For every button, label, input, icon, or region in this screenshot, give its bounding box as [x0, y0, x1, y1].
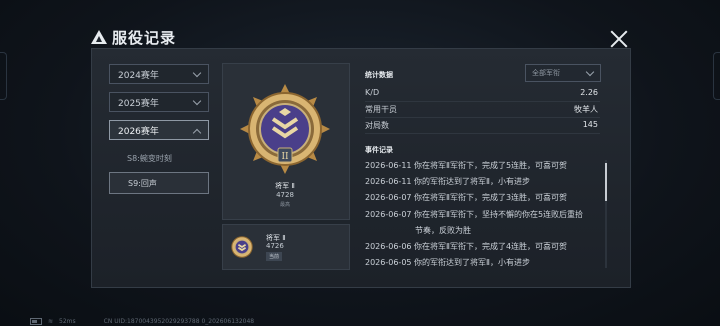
chevron-down-icon [192, 96, 202, 106]
stat-value: 2.26 [580, 88, 598, 97]
event-item: 2026-06-11 你在将军Ⅱ军衔下，完成了5连胜，可喜可贺 [365, 161, 568, 170]
game-logo-icon [91, 30, 107, 44]
stat-value: 145 [582, 120, 598, 129]
event-item: 2026-06-05 你的军衔达到了将军Ⅱ，小有进步 [365, 258, 530, 268]
right-edge-handle [713, 52, 720, 100]
season-label: 2026赛年 [118, 126, 159, 137]
stats-section-label: 统计数据 [365, 71, 393, 79]
rank-medal-icon: II [240, 84, 330, 174]
sub-season-label: S9:回声 [128, 178, 157, 188]
small-rank-medal-icon [231, 236, 253, 258]
event-item: 2026-06-06 你在将军Ⅱ军衔下，完成了4连胜，可喜可贺 [365, 242, 568, 252]
event-scrollbar-thumb[interactable] [605, 163, 607, 201]
current-rank-name: 将军 Ⅱ [275, 182, 295, 190]
stat-row-operator: 常用干员 牧羊人 [365, 103, 600, 118]
left-edge-handle [0, 52, 7, 100]
rank-filter-dropdown[interactable]: 全部军衔 [525, 64, 601, 82]
uid-text: CN UID:1870043952029293788 0_20260613204… [103, 318, 255, 325]
sub-season-label: S8:蜿变时刻 [127, 153, 172, 163]
stat-key: 对局数 [365, 121, 389, 130]
current-rank-points: 4728 [276, 191, 294, 199]
season-2025-dropdown[interactable]: 2025赛年 [109, 92, 209, 112]
events-section-label: 事件记录 [365, 146, 393, 154]
chevron-down-icon [192, 68, 202, 78]
event-item: 2026-06-07 你在将军Ⅱ军衔下，坚持不懈的你在5连败后重拾 [365, 209, 584, 219]
season-2026-dropdown[interactable]: 2026赛年 [109, 120, 209, 140]
rank-entry-points: 4726 [266, 242, 284, 250]
current-rank-note: 最高 [279, 202, 290, 208]
page-title: 服役记录 [112, 28, 177, 47]
event-item-continuation: 节奏，反败为胜 [415, 225, 471, 235]
wifi-icon: ≋ [48, 318, 54, 325]
season-label: 2024赛年 [118, 70, 159, 81]
battery-icon [30, 318, 42, 325]
chevron-down-icon [585, 67, 595, 77]
ping-text: 52ms [59, 318, 76, 325]
season-label: 2025赛年 [118, 98, 159, 109]
close-button[interactable] [608, 28, 630, 50]
rank-entry-tag: 当前 [266, 252, 283, 261]
season-2024-dropdown[interactable]: 2024赛年 [109, 64, 209, 84]
filter-value: 全部军衔 [532, 69, 560, 77]
status-bar: ≋ 52ms CN UID:1870043952029293788 0_2026… [30, 318, 254, 325]
stat-row-kd: K/D 2.26 [365, 87, 600, 102]
svg-text:II: II [281, 152, 289, 162]
title-bar: 服役记录 [91, 26, 176, 48]
stat-value: 牧羊人 [574, 105, 598, 114]
chevron-up-icon [192, 128, 202, 138]
sub-season-s9[interactable]: S9:回声 [109, 172, 209, 194]
stat-row-matches: 对局数 145 [365, 119, 600, 134]
stat-key: 常用干员 [365, 105, 397, 114]
stat-key: K/D [365, 88, 380, 97]
event-item: 2026-06-07 你在将军Ⅱ军衔下，完成了3连胜，可喜可贺 [365, 193, 568, 203]
event-item: 2026-06-11 你的军衔达到了将军Ⅱ，小有进步 [365, 177, 530, 187]
sub-season-s8[interactable]: S8:蜿变时刻 [109, 147, 209, 169]
event-log[interactable]: 2026-06-11 你在将军Ⅱ军衔下，完成了5连胜，可喜可贺 2026-06-… [365, 158, 605, 270]
